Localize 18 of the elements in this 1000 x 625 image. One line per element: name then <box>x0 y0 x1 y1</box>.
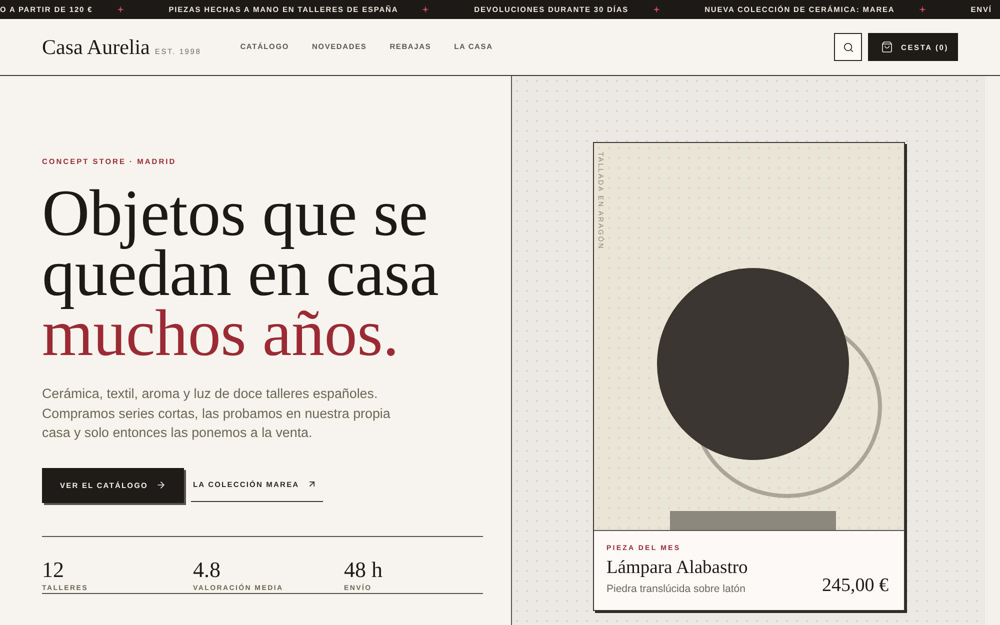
hero-headline: Objetos que se quedan en casa muchos años. <box>42 184 439 364</box>
stat-value: 4.8 <box>193 558 220 582</box>
bag-icon <box>881 41 893 53</box>
search-button[interactable] <box>834 33 862 61</box>
stat-value: 48 h <box>344 558 382 582</box>
search-icon <box>842 42 854 52</box>
product-price: 245,00 € <box>822 575 888 597</box>
sparkle-icon <box>422 6 430 13</box>
brand-logo[interactable]: Casa Aurelia <box>42 35 150 59</box>
product-name: Lámpara Alabastro <box>606 557 748 579</box>
sparkle-icon <box>652 6 660 13</box>
product-description: Piedra translúcida sobre latón <box>606 582 746 596</box>
arrow-right-icon <box>156 480 166 490</box>
stat-value: 12 <box>42 558 64 582</box>
hero-description: Cerámica, textil, aroma y luz de doce talleres españoles. Compramos series cortas, las probamos en nuestra propia casa y solo entonces las ponemos a la venta. <box>42 385 392 442</box>
sparkle-icon <box>918 6 926 13</box>
arrow-up-right-icon <box>307 479 318 489</box>
sparkle-icon <box>116 6 124 13</box>
